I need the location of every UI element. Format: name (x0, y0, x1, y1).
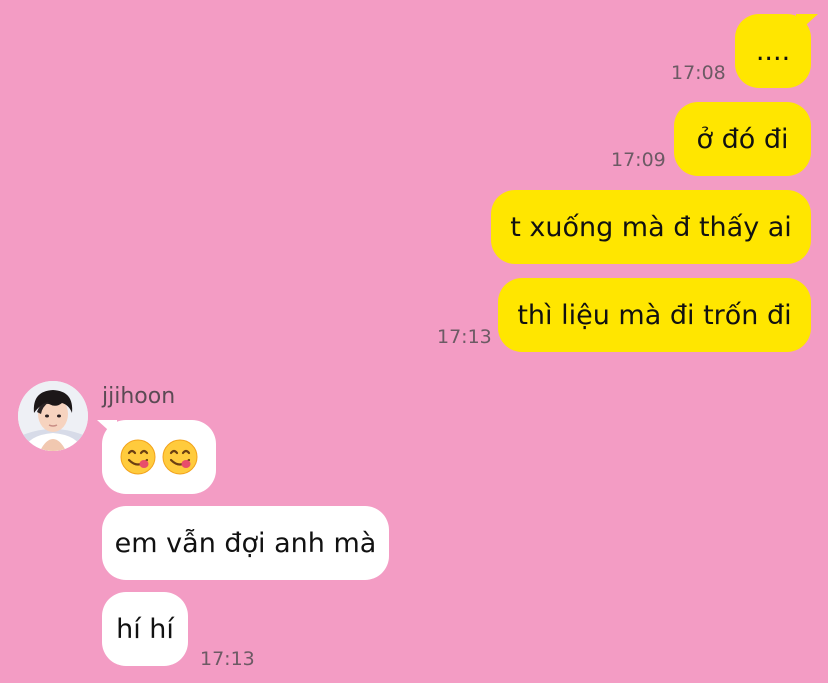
message-text: ở đó đi (696, 123, 789, 155)
outgoing-message[interactable]: .... (735, 14, 811, 88)
incoming-message-emoji[interactable] (102, 420, 216, 494)
message-text: em vẫn đợi anh mà (114, 527, 377, 559)
message-text: thì liệu mà đi trốn đi (517, 299, 792, 331)
profile-photo-icon (18, 381, 88, 451)
incoming-message[interactable]: em vẫn đợi anh mà (102, 506, 389, 580)
incoming-message[interactable]: hí hí (102, 592, 188, 666)
message-text: t xuống mà đ thấy ai (510, 211, 792, 243)
yum-face-emoji-icon (120, 439, 156, 475)
yum-face-emoji-icon (162, 439, 198, 475)
outgoing-message[interactable]: t xuống mà đ thấy ai (491, 190, 811, 264)
message-text: .... (755, 35, 791, 67)
sender-name: jjihoon (102, 384, 176, 409)
chat-screen: .... 17:08 ở đó đi 17:09 t xuống mà đ th… (0, 0, 828, 683)
message-timestamp: 17:09 (611, 149, 666, 171)
outgoing-message[interactable]: thì liệu mà đi trốn đi (498, 278, 811, 352)
message-timestamp: 17:08 (671, 62, 726, 84)
message-timestamp: 17:13 (437, 326, 492, 348)
sender-avatar[interactable] (18, 381, 88, 451)
outgoing-message[interactable]: ở đó đi (674, 102, 811, 176)
message-timestamp: 17:13 (200, 648, 255, 670)
message-text: hí hí (116, 613, 174, 645)
